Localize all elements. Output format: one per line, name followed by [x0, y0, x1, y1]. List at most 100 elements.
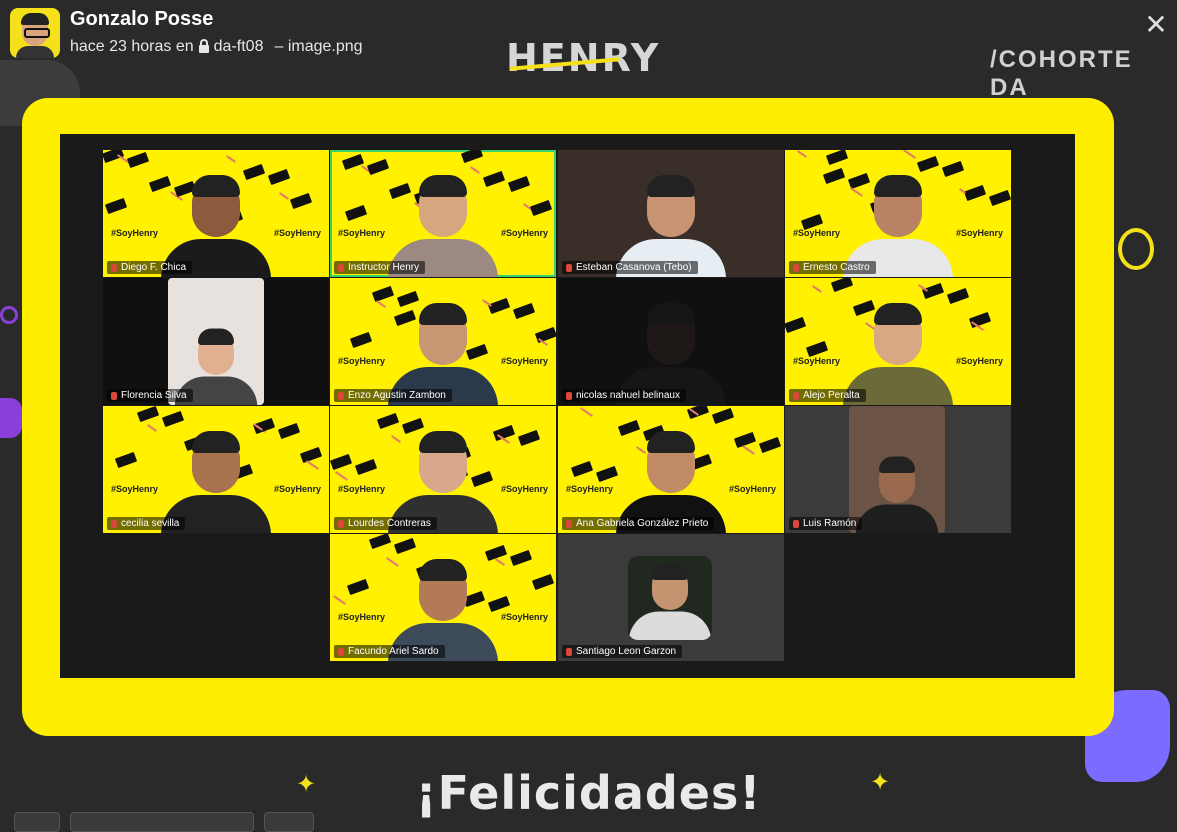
message-meta: hace 23 horas en da-ft08 – image.png	[70, 38, 363, 56]
participant-name: Ernesto Castro	[789, 261, 876, 274]
confetti-icon	[147, 424, 154, 430]
soyhenry-tag: #SoyHenry	[793, 228, 841, 238]
soyhenry-tag: #SoyHenry	[500, 356, 548, 366]
graduation-cap-icon	[785, 316, 807, 334]
graduation-cap-icon	[509, 549, 533, 567]
soyhenry-tag: #SoyHenry	[500, 484, 548, 494]
username[interactable]: Gonzalo Posse	[70, 8, 213, 31]
confetti-icon	[742, 445, 749, 451]
soyhenry-tag: #SoyHenry	[728, 484, 776, 494]
file-name: – image.png	[274, 38, 363, 55]
soyhenry-tag: #SoyHenry	[566, 484, 614, 494]
graduation-cap-icon	[711, 407, 735, 425]
graduation-cap-icon	[460, 150, 484, 164]
graduation-cap-icon	[277, 422, 301, 440]
soyhenry-tag: #SoyHenry	[338, 228, 386, 238]
graduation-cap-icon	[104, 197, 128, 215]
channel-link[interactable]: da-ft08	[214, 38, 264, 56]
confetti-icon	[580, 407, 587, 413]
graduation-cap-icon	[595, 465, 619, 483]
graduation-cap-icon	[517, 429, 541, 447]
graduation-cap-icon	[136, 406, 160, 423]
participant-name: cecilia sevilla	[107, 517, 186, 530]
reaction-bar[interactable]	[70, 812, 254, 832]
ribbon-decoration-icon	[0, 398, 22, 438]
confetti-icon	[226, 155, 233, 161]
confetti-icon	[306, 460, 313, 466]
small-ring-decoration-icon	[0, 306, 18, 324]
graduation-cap-icon	[346, 578, 370, 596]
participant-tile[interactable]: Luis Ramón	[785, 406, 1011, 533]
confetti-icon	[903, 150, 910, 155]
reply-button[interactable]	[14, 812, 60, 832]
ring-decoration-icon	[1118, 228, 1154, 270]
confetti-icon	[812, 285, 819, 291]
graduation-cap-icon	[267, 168, 291, 186]
avatar-body	[16, 46, 54, 58]
soyhenry-tag: #SoyHenry	[500, 228, 548, 238]
graduation-cap-icon	[349, 331, 373, 349]
soyhenry-tag: #SoyHenry	[955, 356, 1003, 366]
graduation-cap-icon	[822, 167, 846, 185]
graduation-cap-icon	[393, 537, 417, 555]
close-icon[interactable]: ✕	[1141, 10, 1171, 40]
soyhenry-tag: #SoyHenry	[793, 356, 841, 366]
participant-video	[855, 452, 939, 533]
add-reaction-button[interactable]	[264, 812, 314, 832]
participant-tile[interactable]: #SoyHenry #SoyHenry Lourdes Contreras	[330, 406, 556, 533]
participant-tile[interactable]: #SoyHenry #SoyHenry Alejo Peralta	[785, 278, 1011, 405]
participant-tile[interactable]: #SoyHenry #SoyHenry cecilia sevilla	[103, 406, 329, 533]
graduation-cap-icon	[531, 573, 555, 591]
graduation-cap-icon	[534, 326, 556, 344]
timestamp: hace 23 horas en	[70, 38, 194, 55]
participant-tile[interactable]: #SoyHenry #SoyHenry Facundo Ariel Sardo	[330, 534, 556, 661]
confetti-icon	[523, 203, 530, 209]
participant-tile[interactable]: #SoyHenry #SoyHenry Instructor Henry	[330, 150, 556, 277]
user-avatar[interactable]	[10, 8, 60, 58]
soyhenry-tag: #SoyHenry	[955, 228, 1003, 238]
confetti-icon	[376, 300, 383, 306]
portrait-video	[849, 406, 945, 533]
graduation-cap-icon	[366, 158, 390, 176]
participant-name: Alejo Peralta	[789, 389, 866, 402]
soyhenry-tag: #SoyHenry	[338, 484, 386, 494]
graduation-cap-icon	[988, 189, 1011, 207]
soyhenry-tag: #SoyHenry	[111, 228, 159, 238]
soyhenry-tag: #SoyHenry	[338, 612, 386, 622]
participant-tile[interactable]: nicolas nahuel belinaux	[558, 278, 784, 405]
participant-name: Ana Gabriela González Prieto	[562, 517, 715, 530]
graduation-cap-icon	[805, 340, 829, 358]
graduation-cap-icon	[512, 302, 536, 320]
confetti-icon	[959, 188, 966, 194]
lock-icon	[198, 39, 209, 53]
participant-tile[interactable]: #SoyHenry #SoyHenry Ana Gabriela González …	[558, 406, 784, 533]
participant-name: Facundo Ariel Sardo	[334, 645, 445, 658]
graduation-cap-icon	[126, 151, 150, 169]
participant-tile[interactable]: Esteban Casanova (Tebo)	[558, 150, 784, 277]
avatar-glasses	[24, 28, 50, 38]
graduation-cap-icon	[507, 175, 531, 193]
portrait-video	[168, 278, 264, 405]
participant-name: Diego F. Chica	[107, 261, 193, 274]
participant-name: Instructor Henry	[334, 261, 426, 274]
graduation-cap-icon	[299, 446, 323, 464]
graduation-cap-icon	[341, 153, 365, 171]
participant-tile[interactable]: #SoyHenry #SoyHenry Diego F. Chica	[103, 150, 329, 277]
henry-logo: HENRY	[506, 36, 661, 80]
graduation-cap-icon	[330, 453, 353, 471]
graduation-cap-icon	[114, 451, 138, 469]
participant-tile[interactable]: Florencia Silva	[103, 278, 329, 405]
participant-tile[interactable]: #SoyHenry #SoyHenry Enzo Agustin Zambon	[330, 278, 556, 405]
soyhenry-tag: #SoyHenry	[111, 484, 159, 494]
confetti-icon	[279, 192, 286, 198]
soyhenry-tag: #SoyHenry	[273, 228, 321, 238]
graduation-cap-icon	[354, 458, 378, 476]
soyhenry-tag: #SoyHenry	[500, 612, 548, 622]
participant-tile[interactable]: Santiago Leon Garzon	[558, 534, 784, 661]
confetti-icon	[797, 150, 804, 156]
participant-tile[interactable]: #SoyHenry #SoyHenry Ernesto Castro	[785, 150, 1011, 277]
graduation-cap-icon	[289, 192, 313, 210]
portrait-video	[628, 556, 712, 640]
participant-name: Santiago Leon Garzon	[562, 645, 683, 658]
graduation-cap-icon	[963, 184, 987, 202]
